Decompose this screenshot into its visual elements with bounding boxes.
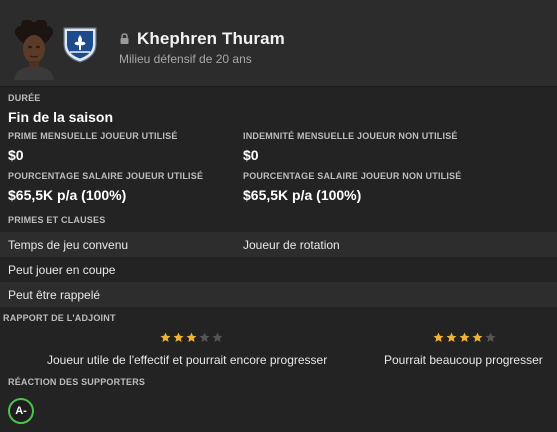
clause-value: Joueur de rotation [243,238,340,252]
bonus-used-value: $0 [8,147,24,163]
duration-label: Durée [8,93,41,103]
clauses-heading: Primes et clauses [8,215,106,225]
player-name-row: Khephren Thuram [119,29,285,49]
star-filled-icon [472,332,483,342]
player-name[interactable]: Khephren Thuram [137,29,285,49]
clause-row: Peut être rappelé [0,282,557,307]
clause-label: Temps de jeu convenu [8,238,129,252]
star-filled-icon [160,332,171,342]
clause-row: Peut jouer en coupe [0,257,557,282]
salary-used-label: Pourcentage salaire joueur utilisé [8,171,204,181]
salary-unused-label: Pourcentage salaire joueur non utilisé [243,171,462,181]
player-header: Khephren Thuram Milieu défensif de 20 an… [0,0,557,87]
lock-icon [120,33,129,44]
star-filled-icon [433,332,444,342]
bonus-unused-label: Indemnité mensuelle joueur non utilisé [243,131,458,141]
supporters-heading: Réaction des supporters [8,377,146,387]
star-empty-icon [485,332,496,342]
report-heading: Rapport de l'adjoint [3,313,116,323]
star-empty-icon [199,332,210,342]
clause-label: Peut être rappelé [8,288,101,302]
star-filled-icon [459,332,470,342]
star-filled-icon [446,332,457,342]
salary-unused-value: $65,5K p/a (100%) [243,187,362,203]
player-avatar[interactable] [12,20,56,80]
club-logo[interactable] [62,24,98,64]
bonus-unused-value: $0 [243,147,259,163]
potential-ability-stars [433,332,496,343]
clause-row: Temps de jeu convenu Joueur de rotation [0,232,557,257]
salary-used-value: $65,5K p/a (100%) [8,187,127,203]
player-description: Milieu défensif de 20 ans [119,52,252,66]
star-empty-icon [212,332,223,342]
current-ability-text: Joueur utile de l'effectif et pourrait e… [47,353,328,367]
clause-label: Peut jouer en coupe [8,263,116,277]
star-filled-icon [173,332,184,342]
supporter-grade-badge[interactable]: A- [8,398,34,424]
potential-ability-text: Pourrait beaucoup progresser [384,353,543,367]
star-filled-icon [186,332,197,342]
bonus-used-label: Prime mensuelle joueur utilisé [8,131,178,141]
duration-value: Fin de la saison [8,109,114,125]
current-ability-stars [160,332,223,343]
